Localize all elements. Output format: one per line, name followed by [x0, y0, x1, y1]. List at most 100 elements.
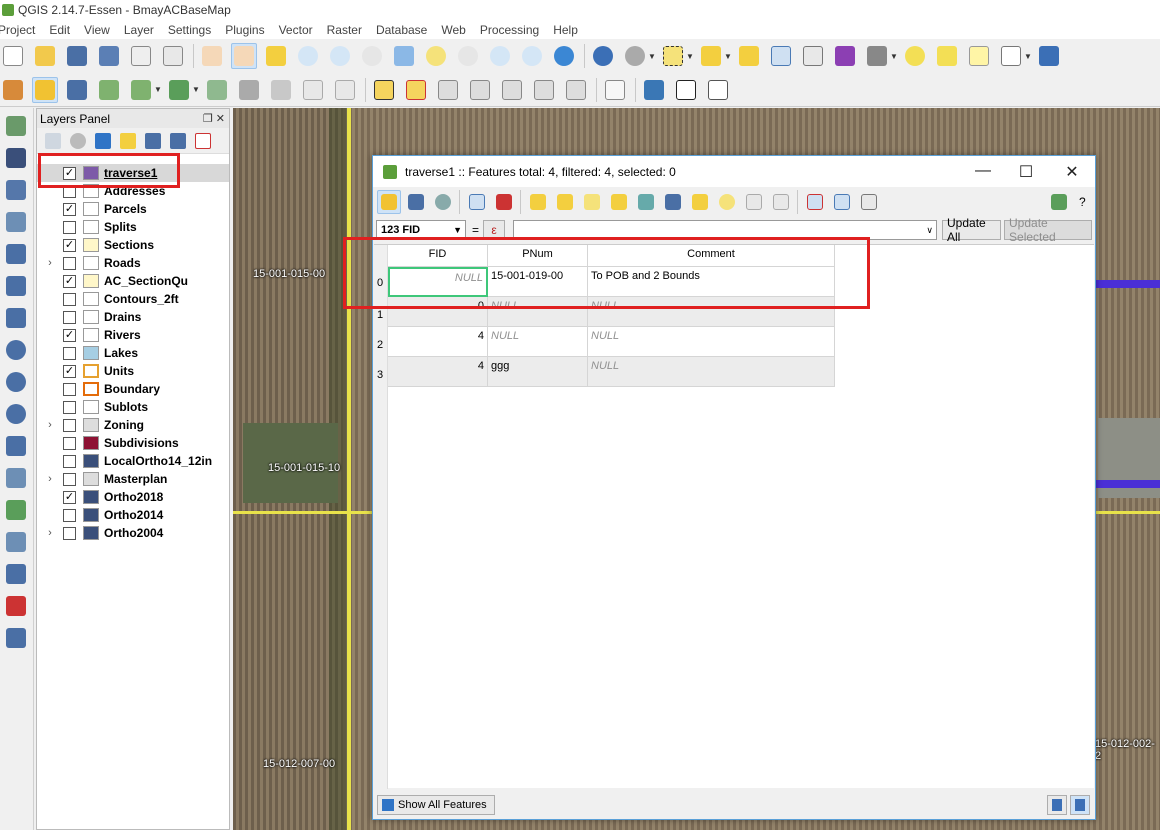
delete-selected-features-button[interactable]: [492, 190, 516, 214]
layer-item[interactable]: Lakes: [37, 344, 229, 362]
toggle-editing-button[interactable]: [32, 76, 58, 103]
current-edits-button[interactable]: [0, 77, 26, 103]
layer-visibility-checkbox[interactable]: [63, 400, 76, 414]
delete-column-button[interactable]: [803, 190, 827, 214]
collapse-all-icon[interactable]: [170, 132, 186, 149]
layer-visibility-checkbox[interactable]: ✓: [63, 238, 76, 252]
layer-visibility-checkbox[interactable]: [63, 382, 76, 396]
menu-processing[interactable]: Processing: [480, 23, 547, 37]
zoom-last-button[interactable]: [487, 43, 513, 69]
pan-to-selection-button[interactable]: [263, 43, 289, 69]
layer-item[interactable]: Sublots: [37, 398, 229, 416]
layer-item[interactable]: Ortho2014: [37, 506, 229, 524]
menu-project[interactable]: Project: [0, 23, 43, 37]
select-dropdown-icon[interactable]: ▼: [686, 52, 694, 61]
gps-tools-button[interactable]: [2, 560, 30, 588]
save-as-button[interactable]: [96, 43, 122, 69]
layer-item[interactable]: Splits: [37, 218, 229, 236]
layer-item[interactable]: Drains: [37, 308, 229, 326]
measure-dropdown-icon[interactable]: ▼: [890, 52, 898, 61]
georeferencer-button[interactable]: [2, 624, 30, 652]
table-view-button[interactable]: [1070, 795, 1090, 815]
table-cell-comment[interactable]: NULL: [588, 357, 835, 387]
menu-help[interactable]: Help: [553, 23, 586, 37]
expression-filter-icon[interactable]: [120, 132, 136, 149]
change-label-button[interactable]: [563, 77, 589, 103]
text-annotation-button[interactable]: [998, 43, 1024, 69]
menu-web[interactable]: Web: [441, 23, 473, 37]
add-virtual-layer-button[interactable]: [2, 464, 30, 492]
menu-plugins[interactable]: Plugins: [225, 23, 272, 37]
layer-visibility-checkbox[interactable]: [63, 292, 76, 306]
style-manager-icon[interactable]: [45, 132, 61, 149]
new-project-button[interactable]: [0, 43, 26, 69]
paste-rows-button[interactable]: [769, 190, 793, 214]
save-project-button[interactable]: [64, 43, 90, 69]
composer-manager-button[interactable]: [160, 43, 186, 69]
layer-item[interactable]: ✓ AC_SectionQu: [37, 272, 229, 290]
add-wcs-layer-button[interactable]: [2, 368, 30, 396]
add-vector-layer-button[interactable]: [2, 112, 30, 140]
reload-table-button[interactable]: [431, 190, 455, 214]
update-all-button[interactable]: Update All: [942, 216, 1002, 244]
add-feature-button[interactable]: [96, 77, 122, 103]
annotation-dropdown-icon[interactable]: ▼: [1024, 52, 1032, 61]
run-action-dropdown-icon[interactable]: ▼: [648, 52, 656, 61]
zoom-full-button[interactable]: [391, 43, 417, 69]
layer-visibility-checkbox[interactable]: [63, 310, 76, 324]
new-spatialite-button[interactable]: [2, 528, 30, 556]
save-edits-button[interactable]: [404, 190, 428, 214]
copy-rows-button[interactable]: [742, 190, 766, 214]
layer-item[interactable]: Boundary: [37, 380, 229, 398]
layer-item[interactable]: › Masterplan: [37, 470, 229, 488]
layer-visibility-checkbox[interactable]: [63, 436, 76, 450]
table-cell-fid[interactable]: 4: [388, 327, 488, 357]
layer-item[interactable]: ✓ Rivers: [37, 326, 229, 344]
move-dropdown-icon[interactable]: ▼: [192, 85, 200, 94]
expand-arrow-icon[interactable]: ›: [43, 419, 57, 431]
add-mssql-layer-button[interactable]: [2, 240, 30, 268]
add-wfs-layer-button[interactable]: [2, 400, 30, 428]
zoom-to-selection-button[interactable]: [423, 43, 449, 69]
node-tool-button[interactable]: [128, 77, 154, 103]
select-by-expression-button[interactable]: [526, 190, 550, 214]
layer-visibility-checkbox[interactable]: [63, 346, 76, 360]
measure-button[interactable]: [864, 43, 890, 69]
layer-item[interactable]: ✓ Sections: [37, 236, 229, 254]
copy-features-button[interactable]: [300, 77, 326, 103]
table-cell-pnum[interactable]: NULL: [488, 327, 588, 357]
open-attribute-table-button[interactable]: [768, 43, 794, 69]
python-console-button[interactable]: [641, 77, 667, 103]
layer-item[interactable]: ✓ Parcels: [37, 200, 229, 218]
pan-to-selected-button[interactable]: [688, 190, 712, 214]
zoom-native-button[interactable]: [359, 43, 385, 69]
layout-tool-button[interactable]: [705, 77, 731, 103]
layer-item[interactable]: Contours_2ft: [37, 290, 229, 308]
statistical-summary-button[interactable]: [800, 43, 826, 69]
table-cell-comment[interactable]: NULL: [588, 327, 835, 357]
add-db2-layer-button[interactable]: [2, 272, 30, 300]
field-calculator-button[interactable]: [832, 43, 858, 69]
conditional-formatting-button[interactable]: [1047, 190, 1071, 214]
move-label-button[interactable]: [499, 77, 525, 103]
update-selected-button[interactable]: Update Selected: [1004, 216, 1093, 244]
expression-dropdown-icon[interactable]: ▼: [724, 52, 732, 61]
vertex-tool-button[interactable]: [2, 592, 30, 620]
layer-visibility-checkbox[interactable]: [63, 220, 76, 234]
layer-visibility-checkbox[interactable]: ✓: [63, 274, 76, 288]
layer-item[interactable]: › Ortho2004: [37, 524, 229, 542]
menu-settings[interactable]: Settings: [168, 23, 219, 37]
layer-visibility-checkbox[interactable]: [63, 526, 76, 540]
map-tips-button[interactable]: [902, 43, 928, 69]
layer-item[interactable]: ✓ Units: [37, 362, 229, 380]
highlight-pinned-labels-button[interactable]: [403, 77, 429, 103]
row-number[interactable]: 3: [377, 369, 383, 381]
layer-visibility-checkbox[interactable]: [63, 508, 76, 522]
pan-map-button[interactable]: [231, 43, 257, 69]
save-layer-edits-button[interactable]: [64, 77, 90, 103]
new-column-button[interactable]: [830, 190, 854, 214]
zoom-next-button[interactable]: [519, 43, 545, 69]
close-button[interactable]: ✕: [1062, 162, 1082, 182]
run-action-button[interactable]: [622, 43, 648, 69]
menu-vector[interactable]: Vector: [279, 23, 321, 37]
